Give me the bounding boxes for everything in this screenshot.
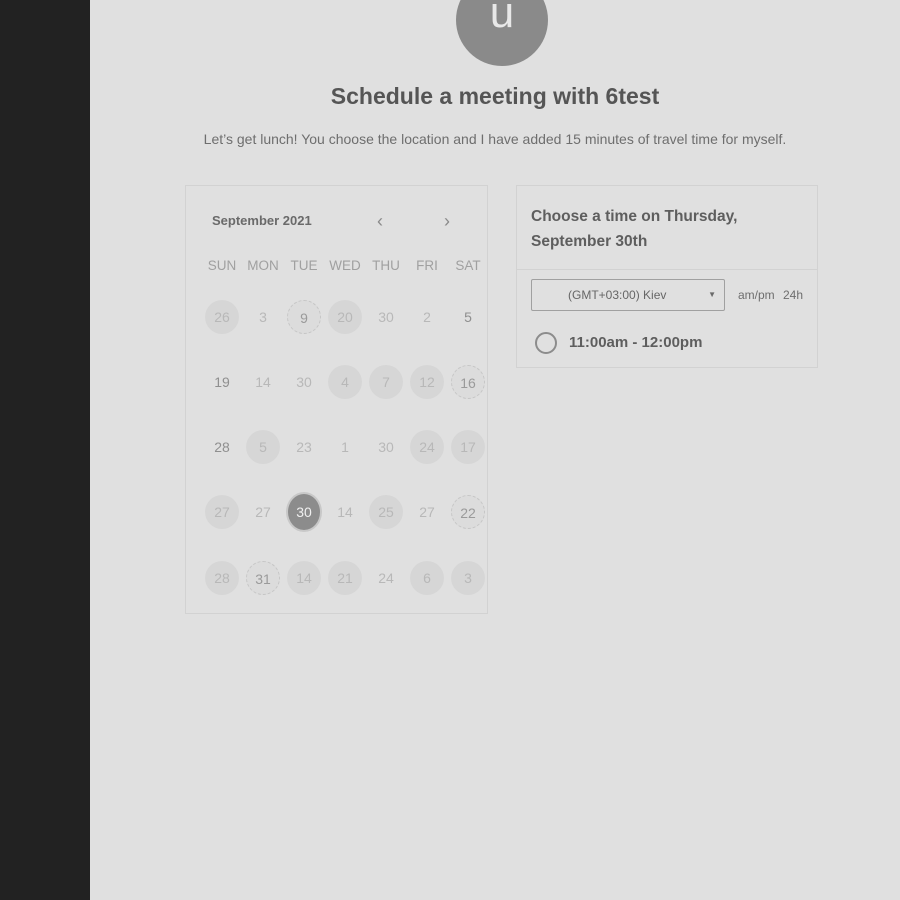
calendar-day[interactable]: 30 [369, 300, 403, 334]
calendar-day[interactable]: 27 [410, 495, 444, 529]
calendar-day[interactable]: 3 [451, 561, 485, 595]
timezone-select[interactable]: (GMT+03:00) Kiev ▼ [531, 279, 725, 311]
time-panel: Choose a time on Thursday, September 30t… [516, 185, 818, 368]
calendar-day[interactable]: 12 [410, 365, 444, 399]
calendar-day[interactable]: 23 [287, 430, 321, 464]
calendar-day[interactable]: 3 [246, 300, 280, 334]
calendar-day[interactable]: 24 [410, 430, 444, 464]
left-sidebar [0, 0, 90, 900]
calendar-day[interactable]: 17 [451, 430, 485, 464]
calendar-day[interactable]: 22 [451, 495, 485, 529]
calendar-day[interactable]: 14 [246, 365, 280, 399]
calendar-day[interactable]: 5 [246, 430, 280, 464]
calendar: September 2021 ‹ › SUN MON TUE WED THU FRI SAT… [185, 185, 488, 614]
calendar-day[interactable]: 31 [246, 561, 280, 595]
calendar-day[interactable]: 9 [287, 300, 321, 334]
calendar-day[interactable]: 19 [205, 365, 239, 399]
calendar-day[interactable]: 28 [205, 430, 239, 464]
calendar-day[interactable]: 16 [451, 365, 485, 399]
time-slot-label: 11:00am - 12:00pm [569, 334, 703, 351]
calendar-day[interactable]: 21 [328, 561, 362, 595]
calendar-day[interactable]: 20 [328, 300, 362, 334]
calendar-day[interactable]: 30 [287, 365, 321, 399]
calendar-day[interactable]: 24 [369, 561, 403, 595]
calendar-day[interactable]: 5 [451, 300, 485, 334]
timezone-value: (GMT+03:00) Kiev [568, 288, 667, 302]
radio-icon[interactable] [535, 332, 557, 354]
time-panel-heading: Choose a time on Thursday, September 30t… [517, 186, 817, 270]
calendar-day[interactable]: 27 [246, 495, 280, 529]
caret-down-icon: ▼ [708, 290, 716, 299]
format-24h-toggle[interactable]: 24h [783, 288, 803, 302]
calendar-day[interactable]: 6 [410, 561, 444, 595]
format-ampm-toggle[interactable]: am/pm [738, 288, 775, 302]
avatar: u [456, 0, 548, 66]
calendar-day[interactable]: 1 [328, 430, 362, 464]
calendar-day[interactable]: 4 [328, 365, 362, 399]
calendar-day[interactable]: 7 [369, 365, 403, 399]
calendar-day[interactable]: 2 [410, 300, 444, 334]
calendar-day[interactable]: 28 [205, 561, 239, 595]
page-subtitle: Let’s get lunch! You choose the location… [203, 131, 787, 147]
time-heading-line-2: September 30th [531, 233, 648, 250]
calendar-day[interactable]: 14 [328, 495, 362, 529]
time-heading-line-1: Choose a time on Thursday, [531, 208, 738, 225]
calendar-day[interactable]: 26 [205, 300, 239, 334]
calendar-day[interactable]: 25 [369, 495, 403, 529]
calendar-day-selected[interactable]: 30 [286, 492, 322, 532]
calendar-day[interactable]: 27 [205, 495, 239, 529]
calendar-day[interactable]: 30 [369, 430, 403, 464]
page-title: Schedule a meeting with 6test [330, 83, 660, 109]
calendar-grid: 26 3 9 20 30 2 5 19 14 30 4 7 12 16 28 5 23 1 30 24 17 27 27 30… [186, 186, 487, 613]
calendar-day[interactable]: 14 [287, 561, 321, 595]
